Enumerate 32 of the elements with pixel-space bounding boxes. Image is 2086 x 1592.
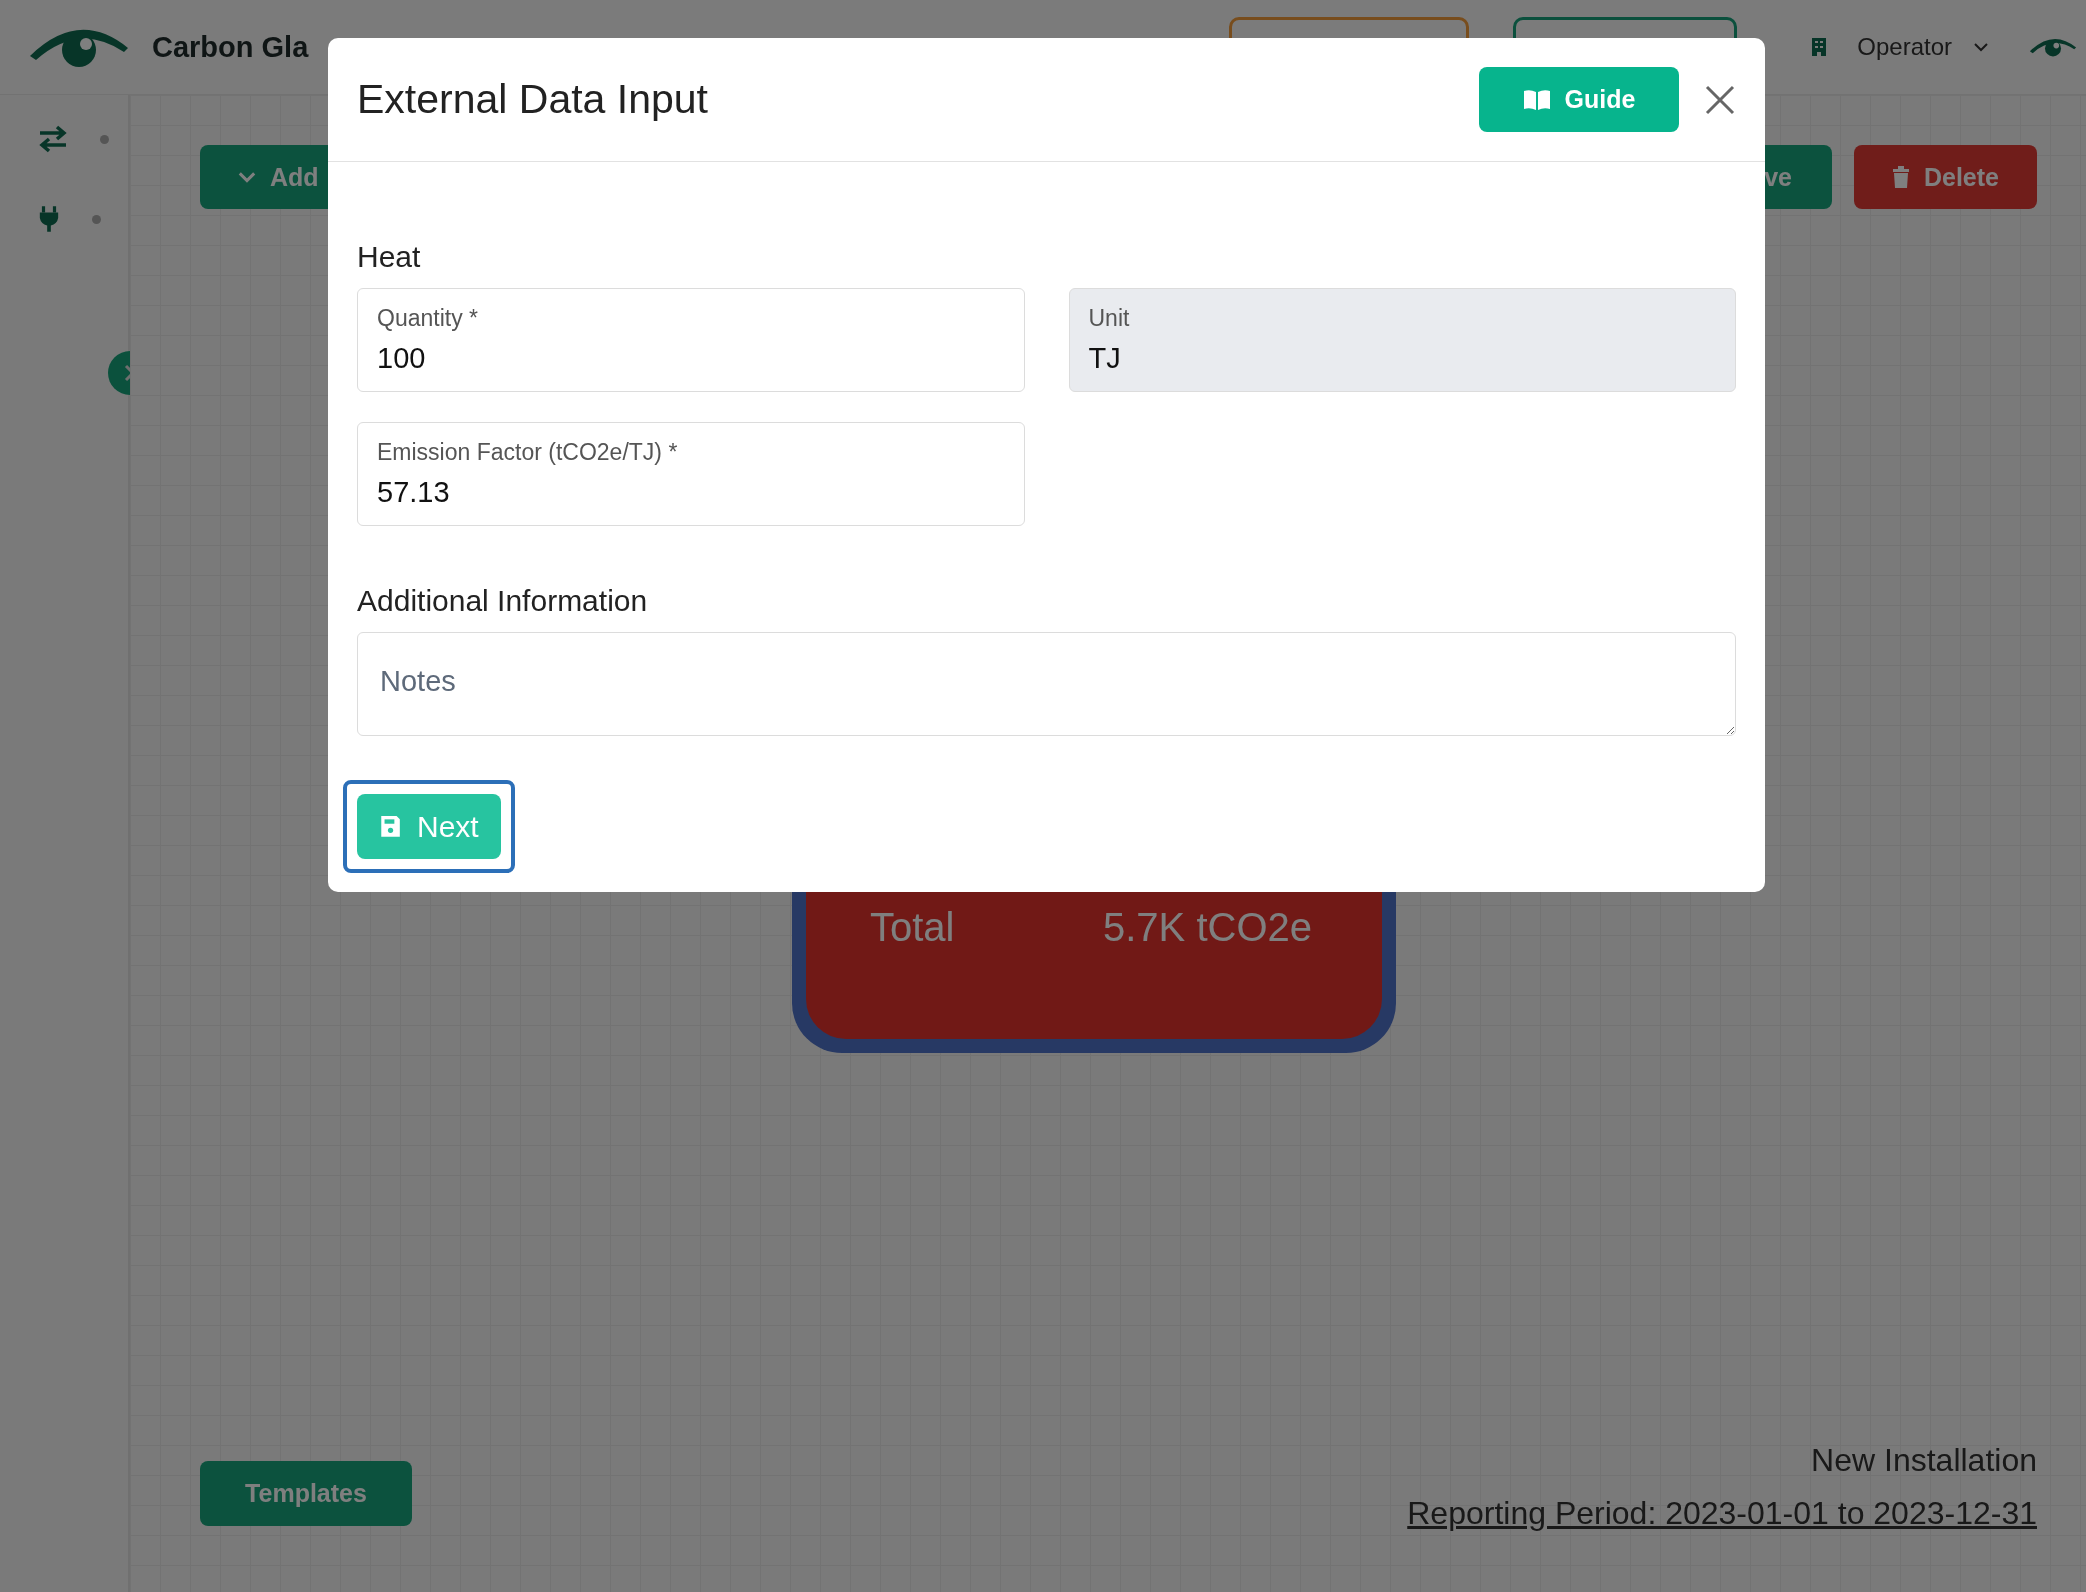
status-dot [100,134,109,144]
reporting-period-link[interactable]: Reporting Period: 2023-01-01 to 2023-12-31 [1407,1495,2037,1532]
chevron-down-icon [238,171,256,183]
close-icon[interactable] [1705,84,1735,115]
next-button[interactable]: Next [357,794,501,859]
guide-button[interactable]: Guide [1479,67,1679,132]
trash-icon [1891,166,1910,188]
field-value: TJ [1088,342,1121,375]
field-value: 100 [377,342,426,375]
plug-icon[interactable] [38,205,60,233]
building-icon [1811,37,1828,57]
section-heading: Additional Information [357,584,649,618]
input-field[interactable]: Emission Factor (tCO2e/TJ) * 57.13 [357,422,1025,526]
chevron-down-icon[interactable] [1974,42,1988,52]
installation-name: New Installation [1811,1442,2037,1479]
input-field[interactable]: Quantity * 100 [357,288,1025,392]
field-value: 57.13 [377,476,450,509]
section-heading: Heat [357,240,422,274]
delete-button[interactable]: Delete [1853,145,2037,209]
user-role-menu[interactable]: Operator [1857,33,1952,61]
brand-name: Carbon Gla [152,30,309,64]
node-label: Total [870,907,955,947]
field-label: Emission Factor (tCO2e/TJ) * [377,439,678,466]
field-label: Quantity * [377,305,478,332]
templates-button[interactable]: Templates [200,1461,412,1526]
notes-field[interactable]: Notes [357,632,1736,736]
swap-arrows-icon[interactable] [38,125,68,153]
modal-title: External Data Input [357,76,709,123]
node-value: 5.7K tCO2e [1103,907,1312,947]
field-label: Unit [1088,305,1130,332]
book-icon [1522,88,1551,111]
status-dot [92,214,101,224]
